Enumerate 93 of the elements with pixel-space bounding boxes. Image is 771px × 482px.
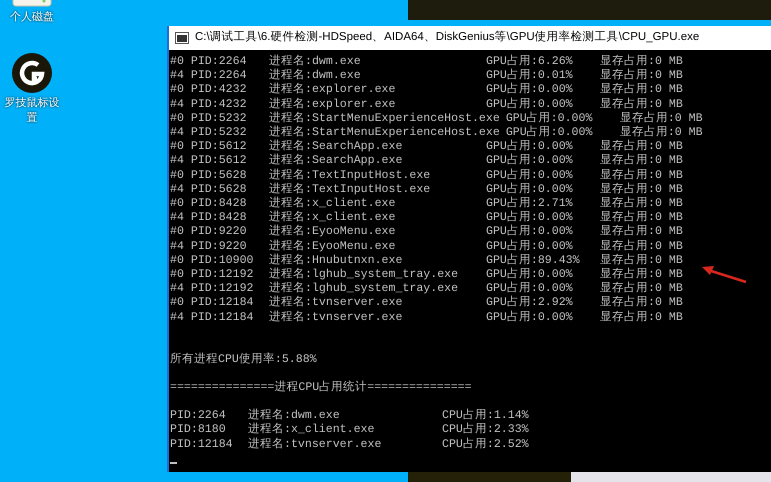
pid-text: #0 PID:8428: [170, 197, 248, 212]
process-name: 进程名:Hnubutnxn.exe: [269, 254, 404, 268]
gpu-usage: GPU占用:89.43%: [486, 254, 581, 268]
pid-text: #4 PID:12192: [170, 282, 254, 296]
cpu-usage: CPU占用:2.33%: [442, 423, 529, 438]
gpu-usage: GPU占用:0.00%: [486, 240, 574, 254]
process-name: 进程名:lghub_system_tray.exe: [269, 268, 460, 282]
gpu-usage: GPU占用:0.00%: [486, 182, 574, 196]
gpu-usage: GPU占用:0.01%: [486, 69, 574, 82]
process-name: 进程名:StartMenuExperienceHost.exe: [269, 126, 501, 140]
gpu-usage: GPU占用:0.00%: [486, 83, 574, 98]
vram-usage: 显存占用:0 MB: [600, 240, 683, 254]
gpu-usage: GPU占用:6.26%: [486, 55, 574, 68]
vram-usage: 显存占用:0 MB: [600, 140, 683, 154]
vram-usage: 显存占用:0 MB: [600, 268, 683, 282]
process-name: 进程名:TextInputHost.exe: [269, 168, 432, 182]
gpu-usage: GPU占用:0.00%: [486, 268, 574, 282]
icon-label: 个人磁盘: [9, 10, 55, 25]
process-name: 进程名:EyooMenu.exe: [269, 225, 396, 240]
vram-usage: 显存占用:0 MB: [600, 55, 683, 68]
vram-usage: 显存占用:0 MB: [600, 254, 683, 268]
vram-usage: 显存占用:0 MB: [600, 69, 683, 82]
vram-usage: 显存占用:0 MB: [600, 154, 683, 168]
vram-usage: 显存占用:0 MB: [600, 282, 683, 296]
gpu-usage: GPU占用:0.00%: [486, 98, 574, 112]
process-name: 进程名:StartMenuExperienceHost.exe: [269, 112, 501, 126]
process-name: 进程名:tvnserver.exe: [269, 296, 404, 310]
process-name: 进程名:SearchApp.exe: [269, 140, 404, 154]
cpu-usage: CPU占用:2.52%: [442, 438, 529, 452]
vram-usage: 显存占用:0 MB: [600, 310, 683, 325]
vram-usage: 显存占用:0 MB: [600, 197, 683, 210]
vram-usage: 显存占用:0 MB: [600, 83, 683, 98]
process-name: 进程名:tvnserver.exe: [248, 438, 382, 452]
gpu-usage: GPU占用:0.00%: [486, 168, 574, 182]
gpu-usage: GPU占用:0.00%: [486, 310, 574, 325]
pid-text: #0 PID:5612: [170, 140, 248, 154]
pid-text: #0 PID:10900: [170, 254, 254, 268]
gpu-usage: GPU占用:2.71%: [486, 197, 574, 210]
pid-text: #4 PID:5232: [170, 126, 248, 140]
pid-text: #0 PID:5628: [170, 168, 248, 183]
process-name: 进程名:explorer.exe: [269, 98, 396, 112]
pid-text: #0 PID:12192: [170, 268, 254, 282]
pid-text: #4 PID:12184: [170, 310, 254, 325]
pid-text: PID:12184: [170, 438, 234, 452]
process-name: 进程名:dwm.exe: [269, 55, 362, 68]
process-name: 进程名:dwm.exe: [248, 409, 341, 422]
gpu-usage: GPU占用:0.00%: [486, 282, 574, 296]
pid-text: #4 PID:5628: [170, 182, 248, 198]
gpu-usage: GPU占用:0.00%: [486, 211, 574, 224]
pid-text: #4 PID:4232: [170, 98, 248, 112]
pid-text: #4 PID:5612: [170, 154, 248, 169]
pid-text: #0 PID:12184: [170, 296, 254, 311]
vram-usage: 显存占用:0 MB: [600, 98, 683, 112]
pid-text: #0 PID:2264: [170, 55, 248, 70]
process-name: 进程名:dwm.exe: [269, 69, 362, 82]
process-name: 进程名:explorer.exe: [269, 83, 396, 98]
process-name: 进程名:x_client.exe: [269, 211, 396, 224]
process-name: 进程名:TextInputHost.exe: [269, 182, 432, 196]
pid-text: #4 PID:2264: [170, 69, 248, 84]
gpu-usage: GPU占用:0.00%: [486, 140, 574, 154]
pid-text: #0 PID:4232: [170, 83, 248, 98]
process-name: 进程名:tvnserver.exe: [269, 310, 404, 325]
console-icon: [175, 32, 189, 44]
vram-usage: 显存占用:0 MB: [600, 211, 683, 224]
vram-usage: 显存占用:0 MB: [620, 126, 703, 140]
vram-usage: 显存占用:0 MB: [600, 182, 683, 196]
window-title: C:\调试工具\6.硬件检测-HDSpeed、AIDA64、DiskGenius等\GPU使用率检测工具\CPU_GPU.exe: [195, 30, 700, 46]
gpu-usage: GPU占用:2.92%: [486, 296, 574, 310]
vram-usage: 显存占用:0 MB: [620, 112, 703, 126]
icon-label: 罗技鼠标设置: [4, 96, 60, 126]
process-name: 进程名:EyooMenu.exe: [269, 240, 396, 254]
logo-icon: [11, 52, 53, 94]
vram-usage: 显存占用:0 MB: [600, 225, 683, 240]
process-name: 进程名:lghub_system_tray.exe: [269, 282, 460, 296]
gpu-usage: GPU占用:0.00%: [486, 225, 574, 240]
text-cursor: [170, 462, 177, 464]
pid-text: #0 PID:9220: [170, 225, 248, 240]
pid-text: PID:2264: [170, 409, 227, 424]
vram-usage: 显存占用:0 MB: [600, 296, 683, 310]
process-name: 进程名:x_client.exe: [248, 423, 376, 438]
separator-text: ===============进程CPU占用统计===============: [170, 381, 472, 396]
gpu-usage: GPU占用:0.00%: [506, 126, 594, 140]
vram-usage: 显存占用:0 MB: [600, 168, 683, 182]
pid-text: #4 PID:9220: [170, 240, 248, 254]
pid-text: #4 PID:8428: [170, 211, 248, 226]
process-name: 进程名:SearchApp.exe: [269, 154, 404, 168]
summary-text: 所有进程CPU使用率:5.88%: [170, 352, 317, 368]
cpu-usage: CPU占用:1.14%: [442, 409, 529, 422]
pid-text: PID:8180: [170, 423, 227, 438]
process-name: 进程名:x_client.exe: [269, 197, 396, 210]
gpu-usage: GPU占用:0.00%: [486, 154, 574, 168]
gpu-usage: GPU占用:0.00%: [506, 112, 594, 126]
pid-text: #0 PID:5232: [170, 112, 248, 126]
